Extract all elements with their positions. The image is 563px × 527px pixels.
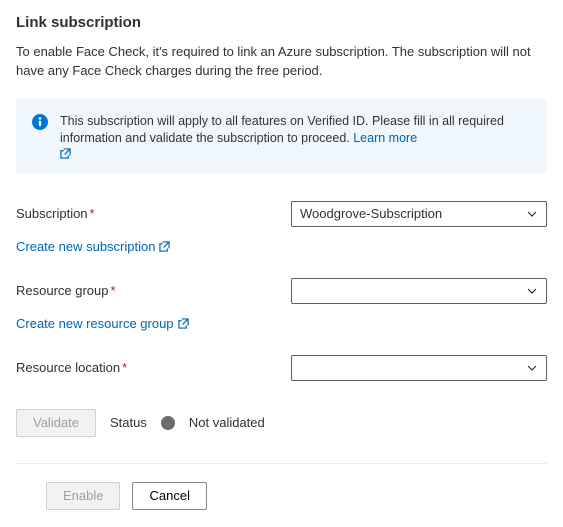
info-banner: This subscription will apply to all feat… bbox=[16, 99, 547, 173]
resource-group-row: Resource group* bbox=[16, 278, 547, 304]
chevron-down-icon bbox=[526, 362, 538, 374]
subscription-value: Woodgrove-Subscription bbox=[300, 206, 442, 221]
required-asterisk: * bbox=[111, 283, 116, 298]
cancel-button[interactable]: Cancel bbox=[132, 482, 206, 510]
required-asterisk: * bbox=[90, 206, 95, 221]
info-message: This subscription will apply to all feat… bbox=[60, 114, 504, 146]
create-resource-group-link[interactable]: Create new resource group bbox=[16, 316, 189, 331]
status-text: Not validated bbox=[189, 415, 265, 430]
status-label: Status bbox=[110, 415, 147, 430]
resource-group-select[interactable] bbox=[291, 278, 547, 304]
required-asterisk: * bbox=[122, 360, 127, 375]
subscription-select[interactable]: Woodgrove-Subscription bbox=[291, 201, 547, 227]
info-icon bbox=[32, 114, 48, 130]
divider bbox=[16, 463, 547, 464]
create-subscription-link[interactable]: Create new subscription bbox=[16, 239, 170, 254]
footer-buttons: Enable Cancel bbox=[16, 482, 547, 510]
intro-text: To enable Face Check, it's required to l… bbox=[16, 43, 547, 81]
info-text: This subscription will apply to all feat… bbox=[60, 113, 531, 159]
page-title: Link subscription bbox=[16, 14, 547, 31]
chevron-down-icon bbox=[526, 285, 538, 297]
resource-location-label: Resource location* bbox=[16, 360, 291, 375]
subscription-label: Subscription* bbox=[16, 206, 291, 221]
external-link-icon bbox=[60, 148, 531, 159]
external-link-icon bbox=[159, 241, 170, 252]
enable-button[interactable]: Enable bbox=[46, 482, 120, 510]
resource-group-label: Resource group* bbox=[16, 283, 291, 298]
resource-location-select[interactable] bbox=[291, 355, 547, 381]
validate-row: Validate Status Not validated bbox=[16, 409, 547, 437]
external-link-icon bbox=[178, 318, 189, 329]
subscription-row: Subscription* Woodgrove-Subscription bbox=[16, 201, 547, 227]
status-indicator-icon bbox=[161, 416, 175, 430]
validate-button[interactable]: Validate bbox=[16, 409, 96, 437]
chevron-down-icon bbox=[526, 208, 538, 220]
resource-location-row: Resource location* bbox=[16, 355, 547, 381]
